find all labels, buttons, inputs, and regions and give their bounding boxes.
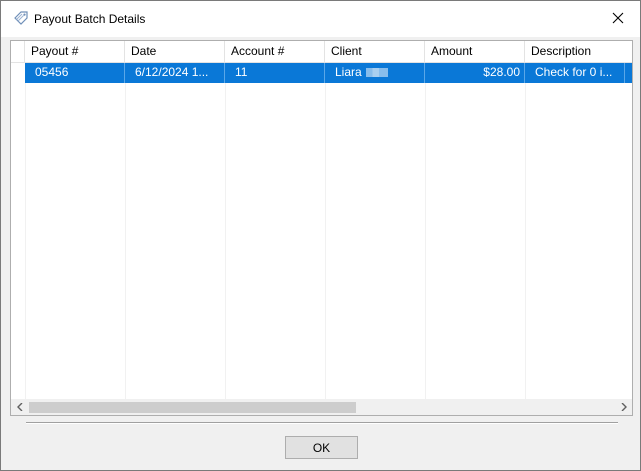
close-icon	[612, 12, 624, 27]
table-row[interactable]: 05456 6/12/2024 1... 11 Liara $28.00 Che…	[25, 63, 632, 83]
horizontal-scrollbar[interactable]	[11, 399, 632, 415]
payout-grid[interactable]: Payout # Date Account # Client Amount De…	[10, 40, 633, 416]
column-divider	[525, 63, 526, 399]
column-header-amount[interactable]: Amount	[425, 41, 525, 63]
cell-amount[interactable]: $28.00	[425, 63, 525, 83]
scroll-right-button[interactable]	[615, 399, 632, 415]
row-selector-header	[11, 41, 25, 63]
scroll-thumb[interactable]	[29, 402, 356, 413]
close-button[interactable]	[596, 1, 640, 37]
cell-client[interactable]: Liara	[325, 63, 425, 83]
column-divider	[225, 63, 226, 399]
column-header-date[interactable]: Date	[125, 41, 225, 63]
column-divider	[425, 63, 426, 399]
cell-date[interactable]: 6/12/2024 1...	[125, 63, 225, 83]
cell-description[interactable]: Check for 0 i...	[525, 63, 625, 83]
chevron-right-icon	[621, 400, 627, 414]
payout-batch-details-dialog: Payout Batch Details Payout # Date Accou…	[0, 0, 641, 471]
column-header-account[interactable]: Account #	[225, 41, 325, 63]
grid-header: Payout # Date Account # Client Amount De…	[11, 41, 632, 63]
tag-icon	[13, 11, 29, 27]
ok-button[interactable]: OK	[285, 436, 358, 459]
cell-account[interactable]: 11	[225, 63, 325, 83]
title-bar[interactable]: Payout Batch Details	[1, 1, 640, 37]
separator	[26, 422, 618, 424]
scroll-left-button[interactable]	[11, 399, 28, 415]
column-header-payout[interactable]: Payout #	[25, 41, 125, 63]
cell-payout[interactable]: 05456	[25, 63, 125, 83]
chevron-left-icon	[16, 400, 23, 414]
column-divider	[125, 63, 126, 399]
redacted-blur	[365, 68, 388, 78]
column-header-client[interactable]: Client	[325, 41, 425, 63]
column-divider	[25, 63, 26, 399]
client-name: Liara	[335, 65, 362, 79]
window-title: Payout Batch Details	[34, 12, 146, 26]
column-header-description[interactable]: Description	[525, 41, 632, 63]
column-divider	[325, 63, 326, 399]
